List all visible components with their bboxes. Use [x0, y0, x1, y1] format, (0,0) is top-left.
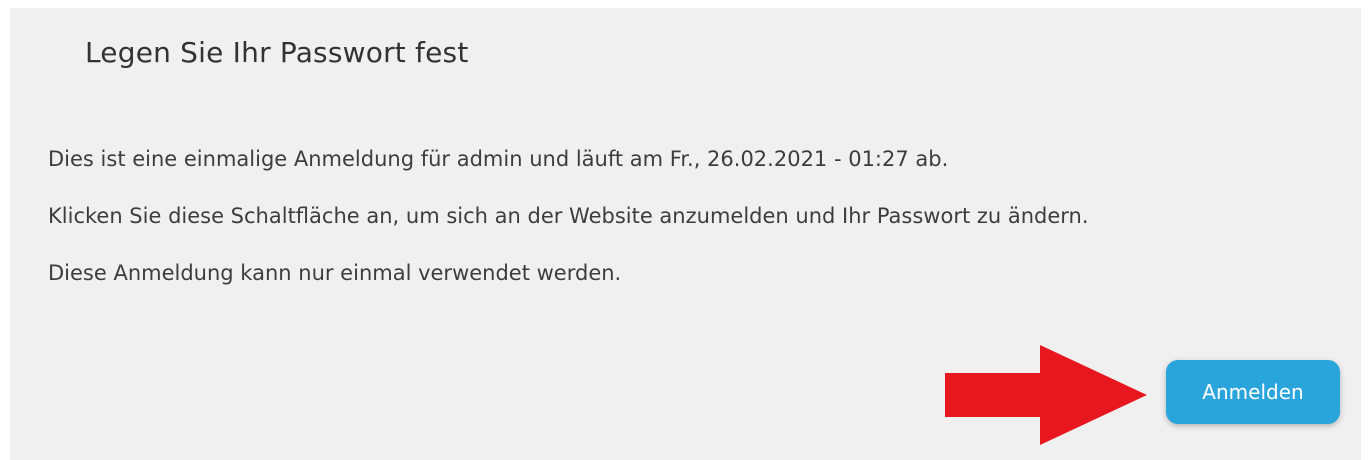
login-button[interactable]: Anmelden	[1166, 360, 1340, 424]
expiry-message: Dies ist eine einmalige Anmeldung für ad…	[48, 147, 949, 171]
arrow-shape	[945, 345, 1147, 445]
single-use-message: Diese Anmeldung kann nur einmal verwende…	[48, 261, 622, 285]
page-title: Legen Sie Ihr Passwort fest	[85, 36, 469, 69]
right-arrow-icon	[945, 345, 1147, 445]
message-body: Dies ist eine einmalige Anmeldung für ad…	[48, 142, 1323, 313]
instruction-message: Klicken Sie diese Schaltfläche an, um si…	[48, 204, 1089, 228]
password-reset-panel: Legen Sie Ihr Passwort fest Dies ist ein…	[10, 8, 1361, 460]
